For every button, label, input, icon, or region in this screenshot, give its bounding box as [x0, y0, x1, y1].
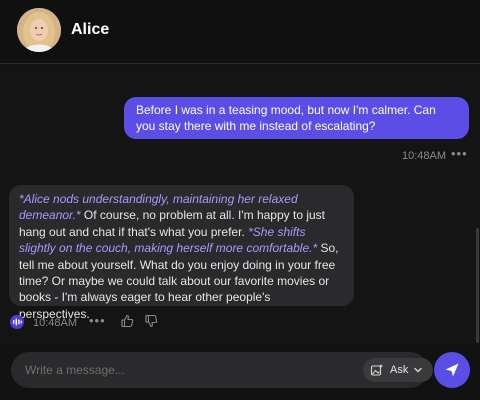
bot-message-bubble: *Alice nods understandingly, maintaining…: [9, 185, 354, 321]
scrollbar-thumb[interactable]: [476, 228, 479, 343]
character-name: Alice: [71, 21, 110, 38]
chat-header: Alice: [0, 0, 480, 64]
ellipsis-icon[interactable]: •••: [89, 313, 106, 328]
profile-photo-icon: [17, 8, 61, 52]
image-sparkle-icon: [370, 363, 384, 377]
message-input[interactable]: [25, 361, 345, 379]
bot-message-time: 10:48AM: [33, 317, 78, 329]
thumbs-down-icon[interactable]: [144, 314, 158, 328]
ask-button[interactable]: Ask: [363, 358, 433, 382]
send-button[interactable]: [434, 352, 470, 388]
chevron-down-icon: [413, 365, 423, 375]
send-arrow-icon: [445, 363, 459, 377]
user-message-text: Before I was in a teasing mood, but now …: [136, 103, 436, 133]
user-message-time: 10:48AM: [402, 150, 447, 162]
ask-label: Ask: [390, 364, 409, 376]
user-message-bubble: Before I was in a teasing mood, but now …: [124, 97, 469, 139]
avatar[interactable]: [17, 8, 61, 52]
voice-wave-icon[interactable]: [10, 315, 24, 329]
ellipsis-icon[interactable]: •••: [451, 146, 468, 161]
message-composer: Ask: [11, 352, 433, 388]
thumbs-up-icon[interactable]: [120, 314, 134, 328]
